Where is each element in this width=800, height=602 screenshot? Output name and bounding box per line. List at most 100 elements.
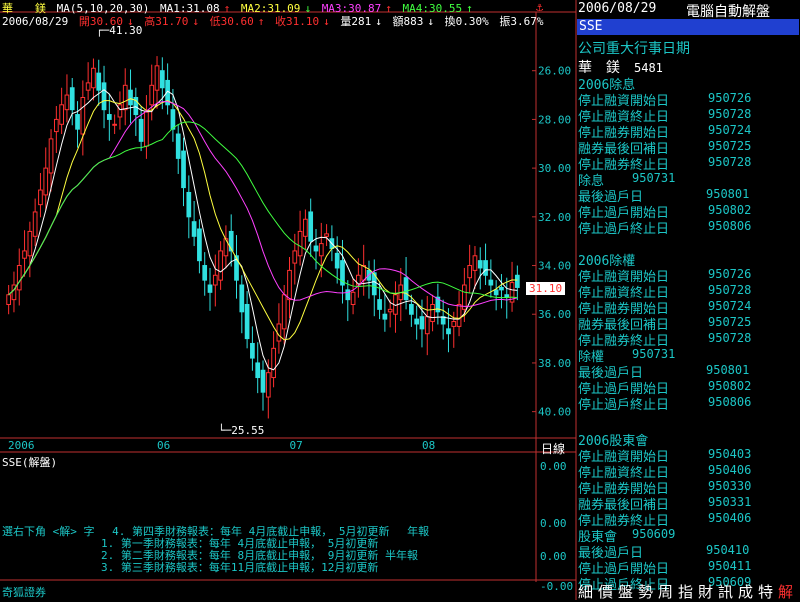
menu-item-0[interactable]: 細 (578, 581, 598, 602)
candlestick-series (6, 56, 520, 419)
menu-item-1[interactable]: 價 (598, 581, 618, 602)
menu-item-9[interactable]: 特 (758, 581, 778, 602)
candle-body (43, 167, 49, 196)
candle-body (202, 265, 208, 281)
candle-body (377, 299, 382, 310)
event-row: 停止過戶終止日 950806 (578, 394, 798, 413)
y-tick-label: 30.00 (538, 162, 571, 175)
candle-body (313, 245, 319, 252)
lower-y-tick-label: 0.00 (540, 517, 567, 530)
close-value: 收31.10 ↓ (274, 15, 330, 28)
candle-body (414, 318, 420, 325)
candle-body (181, 150, 186, 189)
candle-body (191, 221, 197, 237)
event-date: 950801 (706, 187, 750, 201)
ma10-line (8, 98, 518, 341)
candle-body (197, 228, 202, 262)
candle-body (361, 265, 367, 281)
y-tick-label: 28.00 (538, 113, 571, 126)
event-date: 950403 (708, 447, 752, 461)
candle-body (467, 265, 473, 279)
menu-item-7[interactable]: 訊 (718, 581, 738, 602)
event-date: 950728 (708, 107, 752, 121)
candle-body (350, 291, 356, 305)
anchor-icon[interactable]: ⚓ (536, 0, 543, 14)
panel-date: 2006/08/29 (578, 1, 657, 16)
candle-body (170, 109, 176, 130)
candle-body (101, 82, 107, 111)
candle-body (446, 328, 451, 335)
panel-code-bar[interactable]: SSE (577, 19, 799, 35)
candle-body (175, 133, 181, 159)
menu-item-5[interactable]: 指 (678, 581, 698, 602)
quote-date: 2006/08/29 (2, 15, 69, 28)
x-tick-label: 08 (422, 439, 435, 452)
candle-body (159, 70, 165, 89)
period-label[interactable]: 日線 (541, 440, 565, 457)
x-tick-label: 07 (289, 439, 302, 452)
event-date: 950330 (708, 479, 752, 493)
ma-lines (8, 89, 518, 371)
y-tick-label: 26.00 (538, 65, 571, 78)
x-tick-label: 2006 (8, 439, 35, 452)
candle-body (472, 255, 478, 271)
y-tick-label: 40.00 (538, 406, 571, 419)
candle-body (493, 289, 499, 296)
event-date: 950806 (708, 219, 752, 233)
candle-body (32, 211, 38, 237)
candle-body (260, 369, 266, 393)
candle-body (59, 104, 64, 125)
candle-body (53, 118, 59, 133)
broker-name: 奇狐證券 (2, 586, 46, 599)
candle-body (303, 218, 308, 237)
event-date: 950802 (708, 203, 752, 217)
y-tick-label: 34.00 (538, 260, 571, 273)
candle-body (48, 138, 54, 174)
candle-body (419, 316, 425, 330)
candle-body (218, 250, 223, 281)
event-label: 停止過戶終止日 (578, 398, 670, 413)
menu-item-8[interactable]: 成 (738, 581, 758, 602)
low-marker: └─25.55 (218, 424, 265, 437)
menu-item-4[interactable]: 周 (658, 581, 678, 602)
event-date: 950801 (706, 363, 750, 377)
candle-body (96, 72, 102, 91)
lower-notes: 選右下角 <解> 字 4. 第四季財務報表：每年 4月底截止申報， 5月初更新 … (2, 526, 429, 574)
candle-body (456, 303, 462, 327)
menu-item-10[interactable]: 解 (778, 581, 798, 602)
candle-body (483, 260, 488, 276)
event-row: 停止過戶終止日 950806 (578, 218, 798, 237)
event-date: 950725 (708, 315, 752, 329)
candle-body (138, 118, 144, 142)
event-date: 950406 (708, 511, 752, 525)
candle-body (128, 89, 133, 106)
event-date: 950724 (708, 299, 752, 313)
candle-body (80, 96, 86, 135)
candle-body (64, 94, 70, 111)
event-date: 950724 (708, 123, 752, 137)
y-tick-label: 36.00 (538, 308, 571, 321)
amount-value: 額883 ↓ (392, 15, 434, 28)
candle-body (212, 274, 218, 286)
candle-body (154, 65, 160, 91)
candle-body (239, 284, 245, 313)
note-line: 3. 第三季財務報表：每年11月底截止申報，12月初更新 (2, 561, 379, 574)
event-date: 950802 (708, 379, 752, 393)
candle-body (38, 189, 43, 206)
candle-body (324, 233, 329, 237)
candle-body (387, 308, 393, 313)
event-date: 950726 (708, 267, 752, 281)
menu-item-3[interactable]: 勢 (638, 581, 658, 602)
candle-body (281, 294, 287, 330)
menu-item-6[interactable]: 財 (698, 581, 718, 602)
event-date: 950411 (708, 559, 752, 573)
event-label: 停止過戶終止日 (578, 222, 670, 237)
event-date: 950725 (708, 139, 752, 153)
candle-body (430, 303, 435, 323)
candle-body (255, 362, 261, 379)
candle-body (265, 372, 271, 398)
x-tick-label: 06 (157, 439, 170, 452)
candle-body (75, 114, 80, 130)
menu-item-2[interactable]: 盤 (618, 581, 638, 602)
candle-body (16, 265, 22, 291)
